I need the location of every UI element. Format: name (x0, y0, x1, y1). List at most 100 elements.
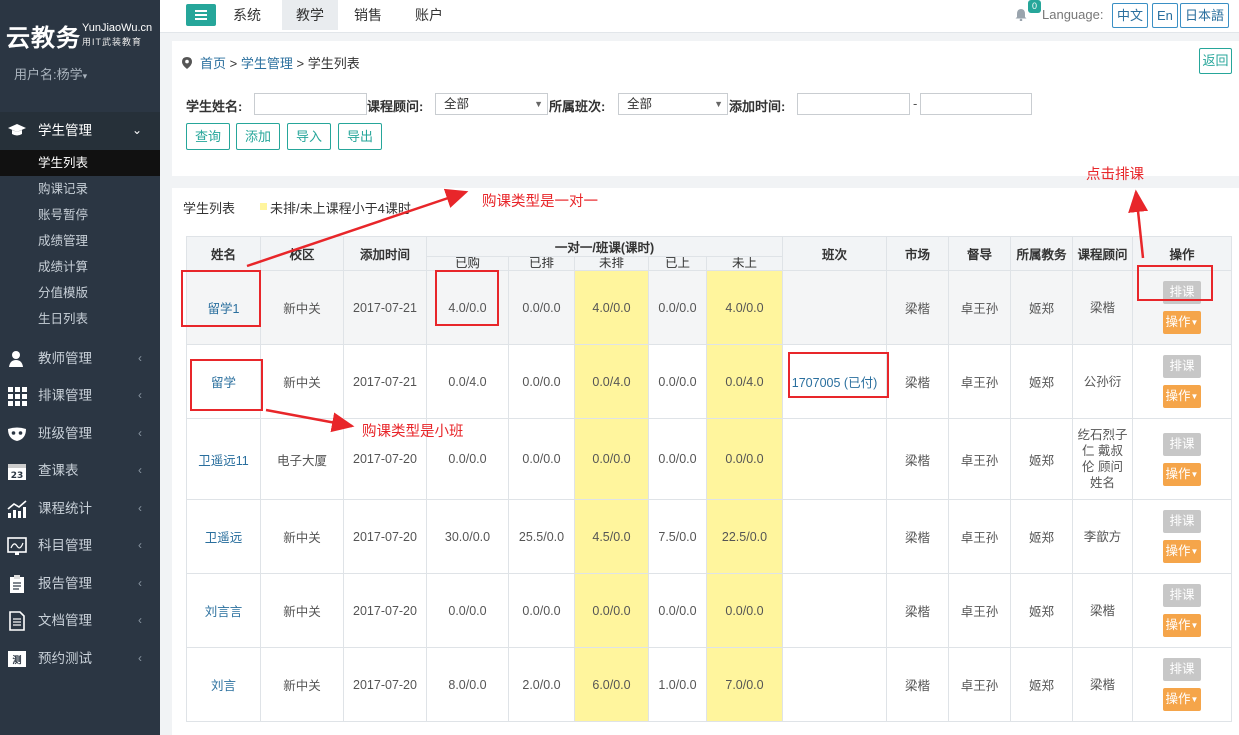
caret-down-icon: ▼ (1190, 547, 1199, 556)
sidebar-sub-birthdays[interactable]: 生日列表 (0, 306, 160, 332)
lang-chinese-button[interactable]: 中文 (1112, 3, 1149, 28)
sidebar-item-timetable[interactable]: 23 查课表 ‹ (0, 452, 160, 490)
lang-english-button[interactable]: En (1152, 3, 1178, 28)
col-attended: 已上 (648, 256, 707, 271)
col-unscheduled: 未排 (574, 256, 649, 271)
breadcrumb-home-link[interactable]: 首页 (200, 56, 226, 71)
menu-toggle-button[interactable] (186, 4, 216, 26)
cell-unattended: 7.0/0.0 (706, 647, 783, 722)
added-time-label: 添加时间: (729, 99, 786, 114)
sidebar-sub-account-suspend[interactable]: 账号暂停 (0, 202, 160, 228)
added-time-end-input[interactable] (920, 93, 1032, 115)
col-scheduled: 已排 (508, 256, 575, 271)
class-select[interactable]: 全部 ▼ (618, 93, 728, 115)
tab-system[interactable]: 系统 (222, 0, 272, 30)
schedule-button[interactable]: 排课 (1163, 355, 1201, 378)
student-name-link[interactable]: 留学1 (208, 302, 240, 316)
cell-supervisor: 卓王孙 (948, 573, 1011, 648)
col-added: 添加时间 (343, 236, 427, 271)
cell-attended: 7.5/0.0 (648, 499, 707, 574)
sidebar-item-course-stats[interactable]: 课程统计 ‹ (0, 490, 160, 528)
breadcrumb-parent-link[interactable]: 学生管理 (241, 56, 293, 71)
cell-added: 2017-07-21 (343, 270, 427, 345)
class-link[interactable]: 1707005 (已付) (792, 376, 877, 390)
tab-account[interactable]: 账户 (404, 0, 454, 30)
table-row: 留学1 新中关 2017-07-21 4.0/0.0 0.0/0.0 4.0/0.0 0.0… (186, 270, 1232, 345)
schedule-button[interactable]: 排课 (1163, 281, 1201, 304)
student-name-link[interactable]: 刘言言 (205, 605, 243, 619)
schedule-button[interactable]: 排课 (1163, 510, 1201, 533)
col-bought: 已购 (426, 256, 509, 271)
cell-added: 2017-07-20 (343, 573, 427, 648)
table-body: 留学1 新中关 2017-07-21 4.0/0.0 0.0/0.0 4.0/0.0 0.0… (186, 270, 1232, 722)
sidebar-item-teachers[interactable]: 教师管理 ‹ (0, 340, 160, 378)
schedule-button[interactable]: 排课 (1163, 584, 1201, 607)
lang-japanese-button[interactable]: 日本語 (1180, 3, 1230, 28)
app-root: 云教务 YunJiaoWu.cn 用IT武装教育 用户名:杨学▾ 学生管理 ⌄ … (0, 0, 1239, 735)
row-actions: 排课操作▼ (1134, 281, 1231, 334)
sidebar-item-students[interactable]: 学生管理 ⌄ (0, 112, 160, 150)
query-button[interactable]: 查询 (186, 123, 230, 150)
sidebar-submenu: 学生列表 购课记录 账号暂停 成绩管理 成绩计算 分值模版 生日列表 (0, 149, 160, 332)
user-name: 用户名:杨学 (14, 67, 83, 82)
tab-teaching[interactable]: 教学 (282, 0, 338, 30)
sidebar-item-subjects[interactable]: 科目管理 ‹ (0, 527, 160, 565)
list-title: 学生列表 (183, 201, 236, 216)
student-name-link[interactable]: 卫遥远11 (198, 454, 248, 468)
schedule-button[interactable]: 排课 (1163, 658, 1201, 681)
brand-name: 云教务 (6, 25, 81, 52)
mask-icon (8, 427, 26, 441)
table-header-row: 姓名 校区 添加时间 一对一/班课(课时) 班次 市场 督导 所属教务 课程顾问… (186, 236, 1232, 271)
cell-added: 2017-07-20 (343, 647, 427, 722)
cell-scheduled: 0.0/0.0 (508, 270, 575, 345)
sidebar-item-label: 预约测试 (38, 650, 92, 666)
cell-staff: 姬郑 (1010, 499, 1073, 574)
operations-dropdown-button[interactable]: 操作▼ (1163, 540, 1201, 563)
sidebar-item-scheduling[interactable]: 排课管理 ‹ (0, 377, 160, 415)
added-time-start-input[interactable] (797, 93, 910, 115)
schedule-button[interactable]: 排课 (1163, 432, 1201, 456)
caret-down-icon: ▼ (1190, 318, 1199, 327)
operations-dropdown-button[interactable]: 操作▼ (1163, 311, 1201, 334)
cell-unscheduled: 0.0/0.0 (574, 573, 649, 648)
calendar-icon: 23 (8, 464, 26, 481)
sidebar-sub-grades[interactable]: 成绩管理 (0, 228, 160, 254)
cell-staff: 姬郑 (1010, 573, 1073, 648)
cell-unattended: 0.0/0.0 (706, 418, 783, 500)
export-button[interactable]: 导出 (338, 123, 382, 150)
sidebar-item-classes[interactable]: 班级管理 ‹ (0, 415, 160, 453)
advisor-select[interactable]: 全部 ▼ (435, 93, 548, 115)
add-button[interactable]: 添加 (236, 123, 280, 150)
cell-unattended: 0.0/4.0 (706, 344, 783, 419)
cell-staff: 姬郑 (1010, 344, 1073, 419)
sidebar-item-documents[interactable]: 文档管理 ‹ (0, 602, 160, 640)
operations-dropdown-button[interactable]: 操作▼ (1163, 614, 1201, 637)
hamburger-icon-line (195, 14, 207, 16)
sidebar-sub-score-template[interactable]: 分值模版 (0, 280, 160, 306)
sidebar-sub-grade-calc[interactable]: 成绩计算 (0, 254, 160, 280)
cell-market: 梁楷 (886, 344, 949, 419)
student-name-link[interactable]: 卫遥远 (205, 531, 243, 545)
sidebar-sub-purchase-records[interactable]: 购课记录 (0, 176, 160, 202)
cell-name: 卫遥远 (186, 499, 261, 574)
cell-market: 梁楷 (886, 418, 949, 500)
cell-bought: 8.0/0.0 (426, 647, 509, 722)
class-label: 所属班次: (549, 99, 606, 114)
import-button[interactable]: 导入 (287, 123, 331, 150)
cell-class (782, 647, 887, 722)
user-menu[interactable]: 用户名:杨学▾ (14, 64, 87, 83)
cell-name: 留学 (186, 344, 261, 419)
sidebar-item-reports[interactable]: 报告管理 ‹ (0, 565, 160, 603)
operations-dropdown-button[interactable]: 操作▼ (1163, 385, 1201, 408)
cell-attended: 1.0/0.0 (648, 647, 707, 722)
bell-icon[interactable] (1015, 8, 1027, 21)
student-name-input[interactable] (254, 93, 367, 115)
operations-dropdown-button[interactable]: 操作▼ (1163, 462, 1201, 486)
student-name-link[interactable]: 留学 (211, 376, 236, 390)
back-button[interactable]: 返回 (1199, 48, 1232, 74)
operations-dropdown-button[interactable]: 操作▼ (1163, 688, 1201, 711)
sidebar-item-appointments[interactable]: 测 预约测试 ‹ (0, 640, 160, 678)
tab-sales[interactable]: 销售 (343, 0, 393, 30)
student-name-link[interactable]: 刘言 (211, 679, 236, 693)
sidebar-sub-student-list[interactable]: 学生列表 (0, 149, 160, 176)
